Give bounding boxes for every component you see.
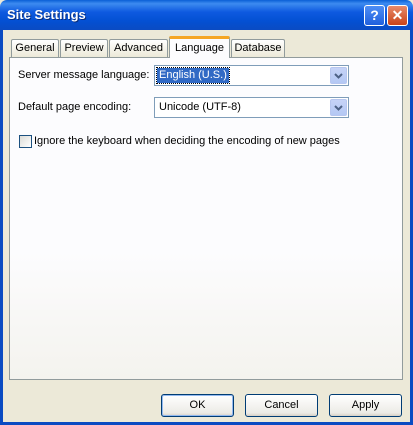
window-frame-left [0,30,3,425]
ok-button[interactable]: OK [161,394,234,417]
ignore-keyboard-checkbox[interactable] [19,135,32,148]
server-language-select[interactable]: English (U.S.) [154,65,349,86]
window-title: Site Settings [7,7,86,22]
tab-language[interactable]: Language [169,36,230,58]
chevron-down-icon[interactable] [330,67,347,84]
language-tab-panel: Server message language: English (U.S.) … [9,57,403,380]
ignore-keyboard-label[interactable]: Ignore the keyboard when deciding the en… [34,135,340,147]
site-settings-dialog: Site Settings ? ✕ General Preview Advanc… [0,0,413,425]
chevron-down-icon[interactable] [330,99,347,116]
tab-advanced[interactable]: Advanced [109,39,168,57]
encoding-value: Unicode (UTF-8) [159,101,241,113]
tab-database[interactable]: Database [231,39,285,57]
cancel-button[interactable]: Cancel [245,394,318,417]
server-language-label: Server message language: [18,69,150,81]
tab-preview[interactable]: Preview [60,39,108,57]
apply-button[interactable]: Apply [329,394,402,417]
help-icon[interactable]: ? [364,5,385,26]
close-icon[interactable]: ✕ [387,5,408,26]
encoding-select[interactable]: Unicode (UTF-8) [154,97,349,118]
title-bar[interactable]: Site Settings ? ✕ [0,0,413,30]
encoding-label: Default page encoding: [18,101,132,113]
server-language-value: English (U.S.) [156,67,230,84]
tab-general[interactable]: General [11,39,59,57]
